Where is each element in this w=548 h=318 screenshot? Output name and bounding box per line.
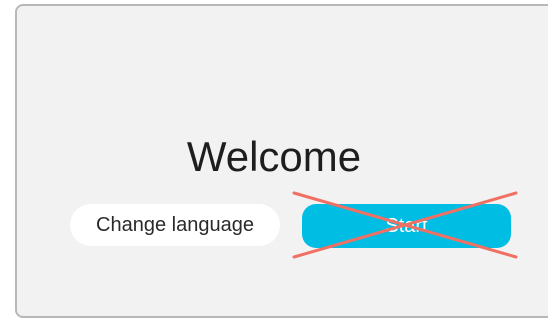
start-button[interactable]: Start [302,204,511,248]
welcome-title: Welcome [186,133,362,180]
change-language-button[interactable]: Change language [70,204,280,246]
